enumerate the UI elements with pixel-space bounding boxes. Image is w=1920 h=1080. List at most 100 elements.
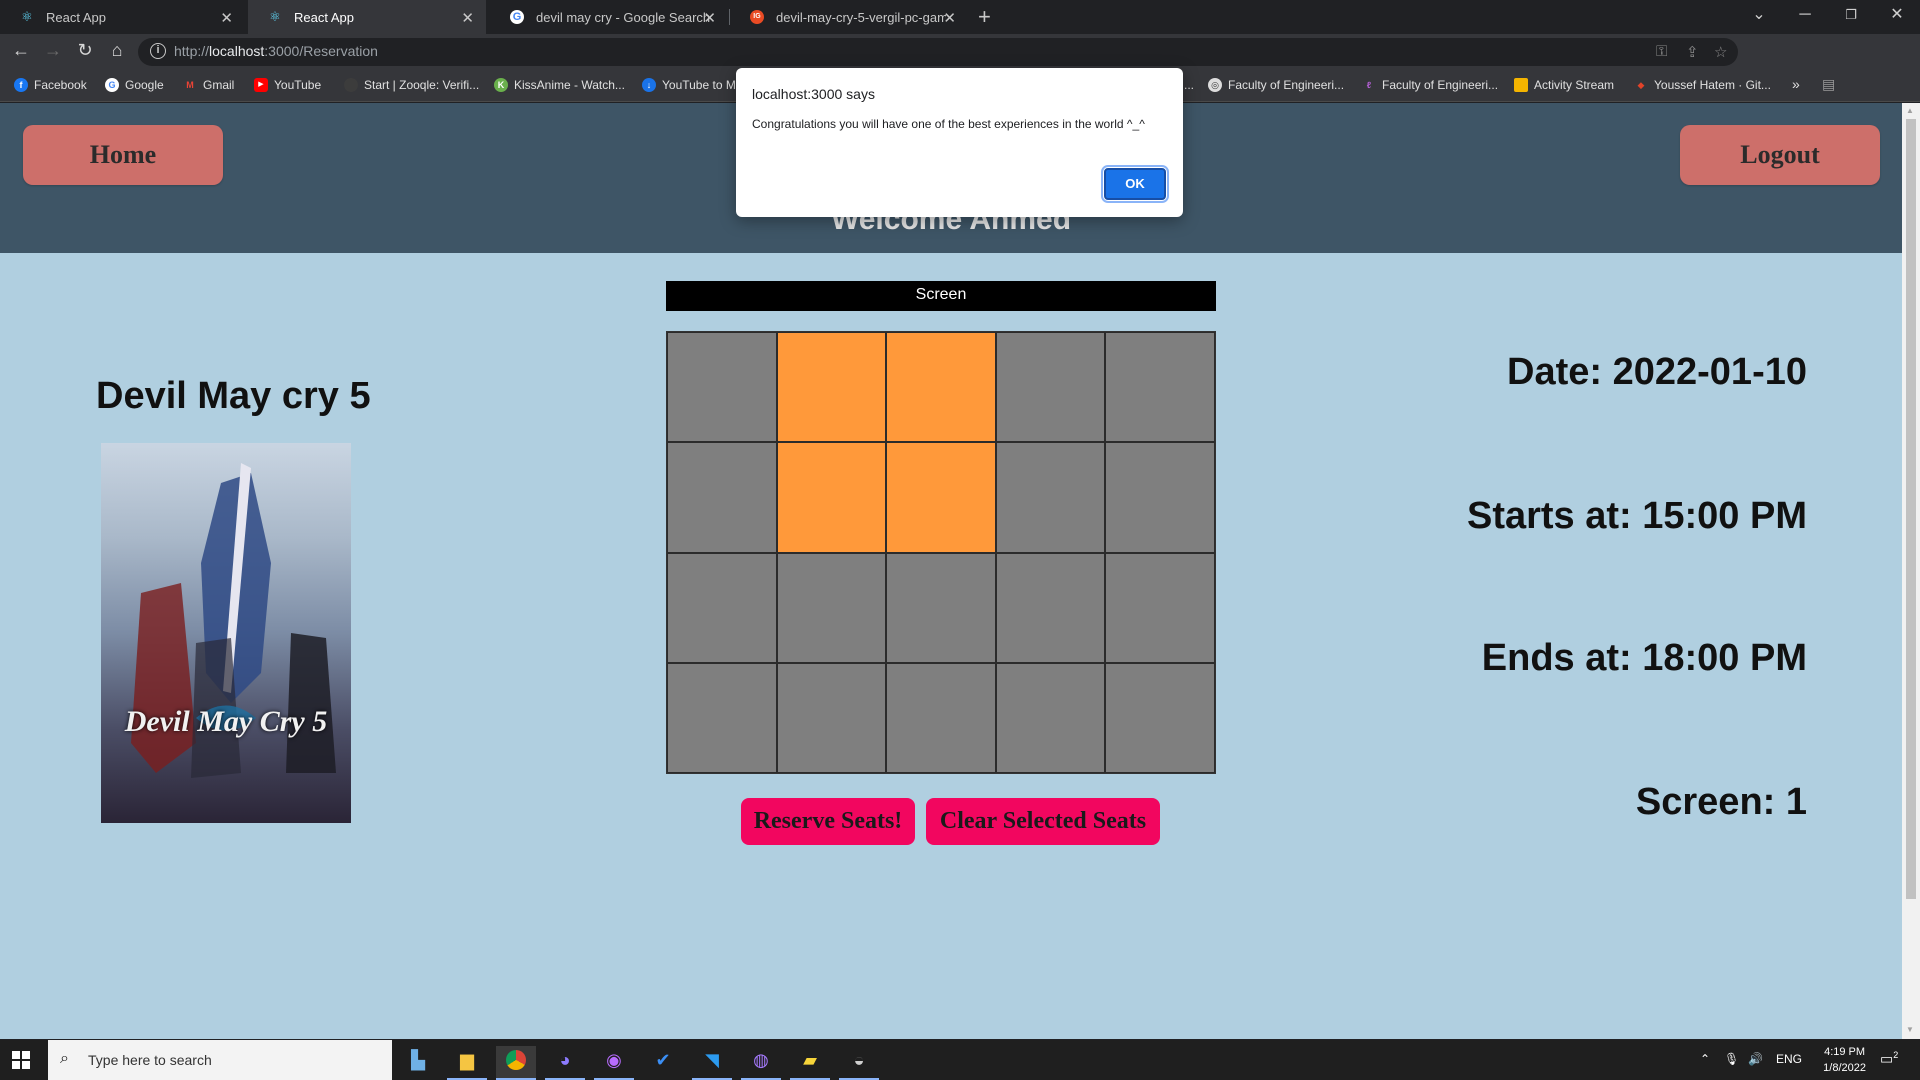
seat-selected[interactable] <box>776 442 887 553</box>
notification-icon[interactable]: ▭2 <box>1880 1050 1898 1068</box>
seat-available[interactable] <box>995 552 1106 663</box>
more-bookmarks-icon[interactable]: » <box>1792 76 1800 92</box>
clock-date: 1/8/2022 <box>1823 1062 1866 1074</box>
seat-available[interactable] <box>667 552 777 663</box>
bookmark-kissanime[interactable]: K KissAnime - Watch... <box>494 78 625 92</box>
media-player-icon[interactable]: ◉ <box>594 1046 634 1080</box>
faculty-icon: ℓ <box>1366 80 1372 90</box>
window-close-icon[interactable]: ✕ <box>1874 0 1920 30</box>
close-tab-icon[interactable]: ✕ <box>461 9 474 27</box>
search-placeholder: Type here to search <box>88 1052 212 1068</box>
back-icon[interactable]: ← <box>9 40 33 61</box>
seat-available[interactable] <box>667 662 777 773</box>
alert-ok-button[interactable]: OK <box>1101 165 1169 203</box>
bookmark-youtube[interactable]: ▶ YouTube <box>254 78 321 92</box>
key-icon[interactable]: ⚿ <box>1656 43 1667 60</box>
seat-available[interactable] <box>667 332 777 443</box>
zooqle-icon <box>344 78 358 92</box>
taskbar-clock[interactable]: 4:19 PM 1/8/2022 <box>1823 1044 1866 1076</box>
kissanime-icon: K <box>494 78 508 92</box>
discord-icon[interactable]: ◕ <box>545 1046 585 1080</box>
bookmark-activity-stream[interactable]: Activity Stream <box>1514 78 1614 92</box>
reserve-seats-button[interactable]: Reserve Seats! <box>741 798 915 845</box>
todo-icon[interactable]: ✔ <box>643 1046 683 1080</box>
clear-selected-seats-button[interactable]: Clear Selected Seats <box>926 798 1160 845</box>
new-tab-icon[interactable]: + <box>978 4 991 30</box>
scroll-up-icon[interactable]: ▲ <box>1906 106 1914 115</box>
showtime-end: Ends at: 18:00 PM <box>1481 637 1807 679</box>
tab-react-app-2[interactable]: ⚛ React App ✕ <box>248 0 486 34</box>
github-desktop-icon[interactable]: ◍ <box>741 1046 781 1080</box>
seat-available[interactable] <box>995 442 1106 553</box>
movie-title: Devil May cry 5 <box>96 375 371 417</box>
taskbar-app-misc[interactable]: ◒ <box>839 1046 879 1080</box>
seat-available[interactable] <box>995 662 1106 773</box>
seat-selected[interactable] <box>776 332 887 443</box>
seat-available[interactable] <box>1105 442 1215 553</box>
seat-available[interactable] <box>886 552 996 663</box>
microphone-icon[interactable]: 🎙 <box>1724 1052 1739 1066</box>
close-tab-icon[interactable]: ✕ <box>220 9 233 27</box>
home-button[interactable]: Home <box>23 125 223 185</box>
address-bar[interactable]: i http://localhost:3000/Reservation ⚿ ⇪ … <box>138 38 1738 66</box>
file-explorer-icon[interactable]: ▆ <box>447 1046 487 1080</box>
seat-available[interactable] <box>776 552 887 663</box>
bookmark-faculty-1[interactable]: ◎ Faculty of Engineeri... <box>1208 78 1344 92</box>
reading-list-icon[interactable]: ▤ <box>1822 76 1835 93</box>
tab-google-search[interactable]: G devil may cry - Google Search ✕ <box>490 0 728 34</box>
seat-available[interactable] <box>1105 552 1215 663</box>
tab-react-app-1[interactable]: ⚛ React App ✕ <box>0 0 245 34</box>
sticky-notes-icon[interactable]: ▰ <box>790 1046 830 1080</box>
bookmark-gitlab[interactable]: ◆ Youssef Hatem · Git... <box>1634 78 1771 92</box>
bookmark-label: KissAnime - Watch... <box>514 78 625 92</box>
language-indicator[interactable]: ENG <box>1776 1052 1802 1066</box>
seat-selected[interactable] <box>886 442 996 553</box>
bookmark-zooqle[interactable]: Start | Zooqle: Verifi... <box>344 78 479 92</box>
bookmark-label: Start | Zooqle: Verifi... <box>364 78 480 92</box>
seat-available[interactable] <box>667 442 777 553</box>
seat-available[interactable] <box>886 662 996 773</box>
chrome-icon[interactable] <box>496 1046 536 1080</box>
seat-available[interactable] <box>776 662 887 773</box>
share-icon[interactable]: ⇪ <box>1686 43 1699 61</box>
bookmark-youtube-to-mp3[interactable]: ↓ YouTube to M <box>642 78 736 92</box>
seat-available[interactable] <box>1105 332 1215 443</box>
forward-icon[interactable]: → <box>41 40 65 61</box>
page-scrollbar[interactable]: ▲ ▼ <box>1902 103 1920 1039</box>
restore-icon[interactable]: ❐ <box>1828 0 1874 30</box>
seat-available[interactable] <box>1105 662 1215 773</box>
bookmark-facebook[interactable]: f Facebook <box>14 78 87 92</box>
url-text[interactable]: http://localhost:3000/Reservation <box>174 43 378 59</box>
alert-dialog: localhost:3000 says Congratulations you … <box>736 68 1183 217</box>
seat-selected[interactable] <box>886 332 996 443</box>
windows-start-icon[interactable] <box>12 1051 30 1069</box>
tray-overflow-icon[interactable]: ⌃ <box>1700 1052 1710 1066</box>
gitlab-icon: ◆ <box>1637 80 1645 90</box>
vscode-icon[interactable]: ◥ <box>692 1046 732 1080</box>
bookmark-faculty-2[interactable]: ℓ Faculty of Engineeri... <box>1362 78 1498 92</box>
tab-search-icon[interactable]: ⌄ <box>1736 0 1782 30</box>
volume-icon[interactable]: 🔊 <box>1748 1052 1763 1066</box>
scroll-thumb[interactable] <box>1906 119 1916 899</box>
notification-count: 2 <box>1893 1050 1899 1060</box>
windows-taskbar: ⌕ Type here to search ▙ ▆ ◕ ◉ ✔ ◥ ◍ ▰ ◒ … <box>0 1040 1920 1080</box>
ign-icon: IG <box>750 10 764 24</box>
reload-icon[interactable]: ↻ <box>73 40 97 61</box>
bookmark-gmail[interactable]: M Gmail <box>183 78 234 92</box>
close-tab-icon[interactable]: ✕ <box>703 9 716 27</box>
seat-available[interactable] <box>995 332 1106 443</box>
close-tab-icon[interactable]: ✕ <box>943 9 956 27</box>
taskbar-app-terminal[interactable]: ▙ <box>398 1046 438 1080</box>
taskbar-search[interactable]: ⌕ Type here to search <box>48 1040 392 1080</box>
tab-ign[interactable]: IG devil-may-cry-5-vergil-pc-game- ✕ <box>730 0 968 34</box>
bookmark-ellipsis[interactable]: ... <box>1184 78 1194 92</box>
bookmark-label: YouTube <box>274 78 322 92</box>
scroll-down-icon[interactable]: ▼ <box>1906 1025 1914 1034</box>
bookmark-label: Activity Stream <box>1534 78 1615 92</box>
minimize-icon[interactable]: ─ <box>1782 0 1828 30</box>
logout-button[interactable]: Logout <box>1680 125 1880 185</box>
home-icon[interactable]: ⌂ <box>105 40 129 61</box>
info-icon[interactable]: i <box>150 43 166 59</box>
star-icon[interactable]: ☆ <box>1714 43 1727 61</box>
bookmark-google[interactable]: G Google <box>105 78 164 92</box>
